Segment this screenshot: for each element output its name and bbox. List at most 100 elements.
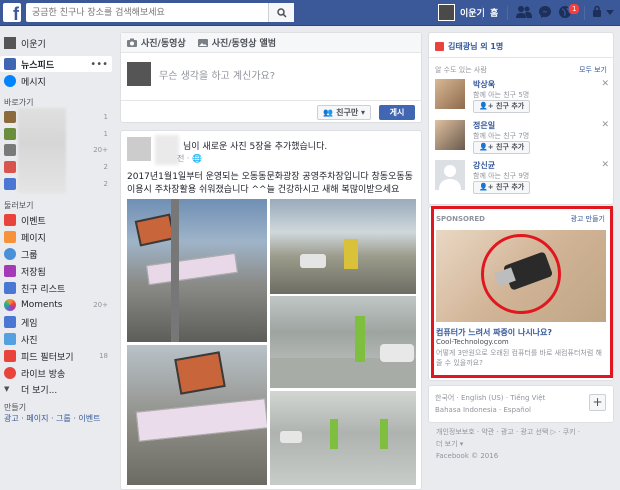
post-header: 님이 새로운 사진 5장을 추가했습니다.	[183, 142, 328, 152]
composer-body[interactable]: 무슨 생각을 하고 계신가요?	[127, 62, 275, 86]
close-icon[interactable]: ✕	[601, 160, 609, 170]
section-heading-suggestions: 알 수도 있는 사람	[435, 66, 487, 74]
section-heading-explore: 둘러보기	[4, 201, 34, 210]
photo-pillar	[330, 419, 338, 449]
photo-car	[300, 254, 326, 268]
post-photo[interactable]	[270, 296, 416, 388]
search-input[interactable]	[26, 3, 266, 22]
groups-icon	[4, 248, 16, 260]
section-heading-shortcuts: 바로가기	[4, 98, 34, 107]
notification-badge: 1	[568, 3, 581, 15]
album-icon	[197, 39, 208, 47]
sidebar-item-messages[interactable]: 메시지	[0, 73, 112, 89]
add-friend-button[interactable]: 👤+ 친구 추가	[473, 100, 531, 113]
sidebar-item-label: 메시지	[21, 77, 46, 88]
chevron-down-icon[interactable]	[606, 10, 614, 16]
more-options-icon[interactable]: •••	[90, 59, 108, 70]
photo-car	[380, 344, 414, 362]
sidebar-item-games[interactable]: 게임	[0, 314, 112, 330]
composer-footer: 👥 친구만 ▾ 게시	[121, 100, 421, 122]
create-links[interactable]: 광고 · 페이지 · 그룹 · 이벤트	[4, 413, 101, 424]
mutual-friends[interactable]: 함께 아는 친구 9명	[473, 171, 529, 181]
mutual-friends[interactable]: 함께 아는 친구 7명	[473, 131, 529, 141]
messages-icon[interactable]	[538, 5, 552, 19]
suggestion-name[interactable]: 강신균	[473, 160, 495, 171]
button-label: 친구 추가	[496, 183, 525, 191]
item-count: 18	[99, 352, 108, 360]
see-all-link[interactable]: 모두 보기	[579, 65, 607, 75]
sidebar-item-groups[interactable]: 그룹	[0, 246, 112, 262]
profile-link[interactable]: 이운기	[438, 4, 485, 21]
avatar[interactable]	[127, 137, 151, 161]
suggestion-name[interactable]: 정은일	[473, 120, 495, 131]
photo-sign-frame	[174, 351, 226, 395]
feed-post: 님이 새로운 사진 5장을 추가했습니다. 전 · 🌐 2017년1월1일부터 …	[120, 130, 422, 490]
add-friend-button[interactable]: 👤+ 친구 추가	[473, 141, 531, 154]
sidebar-item-profile[interactable]: 이운기	[0, 35, 112, 51]
friend-requests-icon[interactable]	[516, 5, 532, 19]
post-photo[interactable]	[270, 391, 416, 485]
post-text: 2017년1월1일부터 운영되는 오동동문화광장 공영주차장입니다 창동오동동 …	[127, 172, 413, 195]
close-icon[interactable]: ✕	[601, 79, 609, 89]
sidebar-item-label: 피드 필터보기	[21, 352, 74, 363]
photo-floor	[270, 358, 416, 388]
search-box[interactable]	[26, 3, 294, 22]
sidebar-item-saved[interactable]: 저장됨	[0, 263, 112, 279]
sidebar-item-see-more[interactable]: ▼ 더 보기...	[0, 381, 112, 397]
search-icon	[276, 7, 287, 18]
suggestion-name[interactable]: 박상욱	[473, 79, 495, 90]
live-icon	[4, 367, 16, 379]
add-friend-button[interactable]: 👤+ 친구 추가	[473, 181, 531, 194]
shortcut-count: 1	[103, 130, 108, 138]
shortcut-icon	[4, 144, 16, 156]
tab-photo-album[interactable]: 사진/동영상 앨범	[197, 36, 276, 49]
lock-icon[interactable]	[592, 5, 602, 18]
sidebar-item-label: 더 보기...	[21, 385, 58, 396]
post-meta[interactable]: 전 · 🌐	[177, 153, 202, 164]
close-icon[interactable]: ✕	[601, 120, 609, 130]
sidebar-item-moments[interactable]: Moments 20+	[0, 297, 112, 313]
post-photo[interactable]	[127, 345, 267, 485]
highlight-frame	[431, 206, 613, 378]
sidebar-item-friend-lists[interactable]: 친구 리스트	[0, 280, 112, 296]
chevron-down-icon: ▾	[360, 108, 365, 117]
language-box: 한국어 · English (US) · Tiếng Việt Bahasa I…	[428, 385, 614, 423]
add-friend-icon: 👤+	[479, 183, 494, 191]
avatar[interactable]	[435, 79, 465, 109]
footer-more[interactable]: 더 보기 ▾	[436, 438, 614, 450]
home-link[interactable]: 홈	[490, 6, 498, 19]
sidebar-item-label: 이벤트	[21, 216, 46, 227]
mutual-friends[interactable]: 함께 아는 친구 5명	[473, 90, 529, 100]
avatar[interactable]	[435, 160, 465, 190]
search-button[interactable]	[268, 3, 294, 22]
post-photo[interactable]	[270, 199, 416, 294]
add-language-button[interactable]: +	[589, 394, 606, 411]
post-photo[interactable]	[127, 199, 267, 342]
copyright: Facebook © 2016	[436, 452, 499, 460]
sidebar-item-news-feed[interactable]: 뉴스피드 •••	[0, 56, 112, 72]
camera-icon	[127, 38, 137, 47]
sidebar-item-photos[interactable]: 사진	[0, 331, 112, 347]
sidebar-item-pages[interactable]: 페이지	[0, 229, 112, 245]
gift-icon	[435, 42, 444, 51]
avatar[interactable]	[435, 120, 465, 150]
sidebar-item-label: 페이지	[21, 233, 46, 244]
composer-prompt[interactable]: 무슨 생각을 하고 계신가요?	[159, 67, 275, 82]
sidebar-item-events[interactable]: 이벤트	[0, 212, 112, 228]
photo-banner	[135, 398, 267, 442]
footer-links[interactable]: 개인정보보호 · 약관 · 광고 · 광고 선택 ▷ · 쿠키 ·	[436, 426, 614, 438]
shortcut-count: 2	[103, 180, 108, 188]
audience-selector[interactable]: 👥 친구만 ▾	[317, 105, 371, 120]
shortcut-icon	[4, 128, 16, 140]
birthday-reminder[interactable]: 김태광님 외 1명	[435, 41, 503, 52]
sidebar-item-live[interactable]: 라이브 방송	[0, 365, 112, 381]
facebook-logo[interactable]: f	[3, 3, 21, 22]
top-bar: f 이운기 홈 1	[0, 0, 620, 26]
sidebar-item-label: 이운기	[21, 39, 46, 50]
divider	[584, 6, 585, 20]
sidebar-item-feed-filter[interactable]: 피드 필터보기 18	[0, 348, 112, 364]
tab-photo-video[interactable]: 사진/동영상	[127, 36, 186, 49]
photo-banner	[146, 252, 238, 286]
post-button[interactable]: 게시	[379, 105, 415, 120]
language-list[interactable]: 한국어 · English (US) · Tiếng Việt Bahasa I…	[435, 392, 545, 416]
